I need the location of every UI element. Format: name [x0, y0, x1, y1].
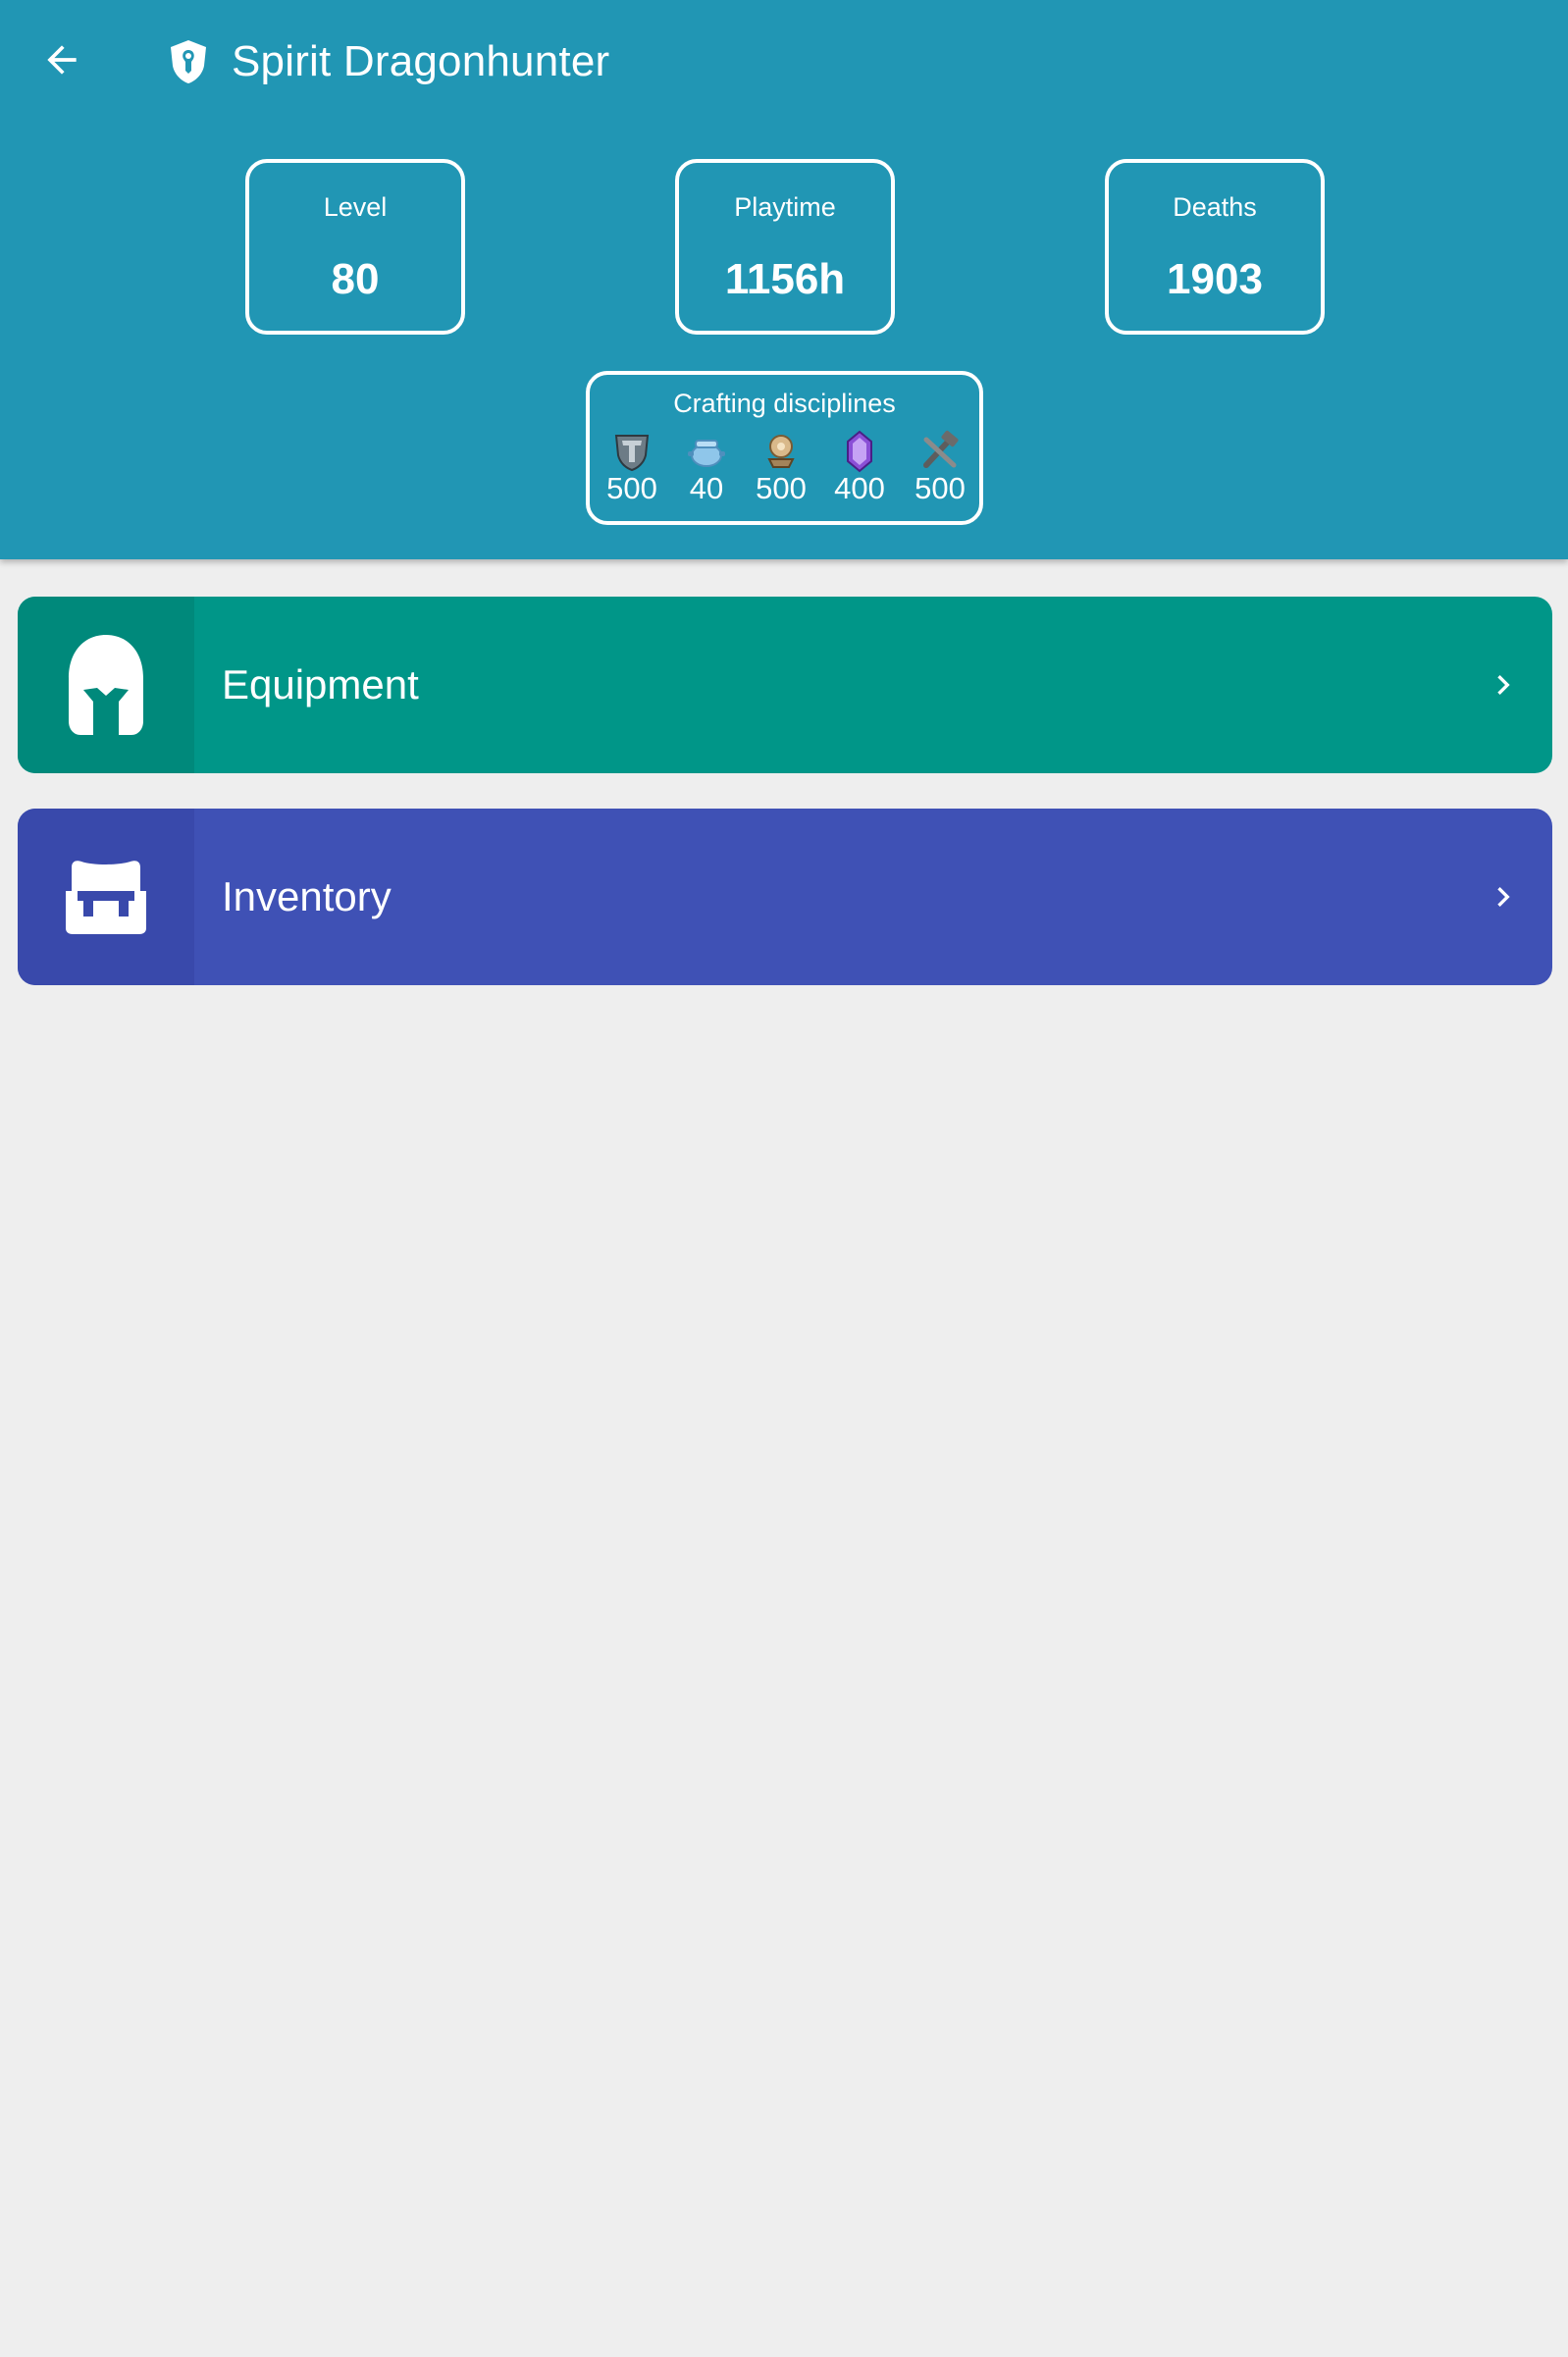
jeweler-value: 400 — [834, 471, 885, 505]
chevron-right-icon — [1474, 867, 1533, 926]
deaths-value: 1903 — [1167, 255, 1263, 303]
chef-icon — [688, 440, 725, 467]
playtime-value: 1156h — [724, 255, 846, 303]
equipment-label: Equipment — [222, 661, 419, 707]
discipline-armorsmith: 500 — [598, 430, 666, 506]
crafting-disciplines: Crafting disciplines 500 40 500 400 500 — [586, 371, 983, 525]
armorsmith-value: 500 — [606, 471, 657, 505]
jeweler-icon — [847, 430, 872, 473]
helmet-icon — [69, 635, 143, 735]
chevron-right-icon — [1474, 655, 1533, 714]
discipline-weaponsmith: 500 — [906, 430, 974, 506]
inventory-label: Inventory — [222, 873, 392, 919]
deaths-stat: Deaths 1903 — [1105, 159, 1325, 335]
dragonhunter-icon — [167, 38, 210, 85]
discipline-jeweler: 400 — [825, 430, 894, 506]
armorsmith-icon — [614, 435, 650, 472]
level-label: Level — [323, 192, 388, 222]
weaponsmith-icon — [923, 430, 959, 468]
playtime-stat: Playtime 1156h — [675, 159, 895, 335]
equipment-icon-box — [18, 597, 194, 773]
chef-value: 40 — [689, 471, 724, 505]
discipline-chef: 40 — [672, 430, 741, 506]
app-header: Spirit Dragonhunter Level 80 Playtime 11… — [0, 0, 1568, 559]
character-name: Spirit Dragonhunter — [232, 37, 610, 85]
weaponsmith-value: 500 — [915, 471, 966, 505]
inventory-card[interactable]: Inventory — [18, 809, 1552, 985]
level-stat: Level 80 — [245, 159, 465, 335]
arrow-back-icon — [47, 45, 77, 75]
playtime-label: Playtime — [734, 192, 836, 222]
discipline-artificer: 500 — [747, 430, 815, 506]
inventory-icon-box — [18, 809, 194, 985]
level-value: 80 — [331, 255, 380, 303]
back-button[interactable] — [29, 27, 94, 92]
title-row: Spirit Dragonhunter — [167, 29, 609, 94]
crafting-label: Crafting disciplines — [673, 389, 896, 418]
artificer-value: 500 — [756, 471, 807, 505]
bag-icon — [66, 861, 146, 934]
deaths-label: Deaths — [1173, 192, 1257, 222]
artificer-icon — [767, 435, 795, 468]
equipment-card[interactable]: Equipment — [18, 597, 1552, 773]
